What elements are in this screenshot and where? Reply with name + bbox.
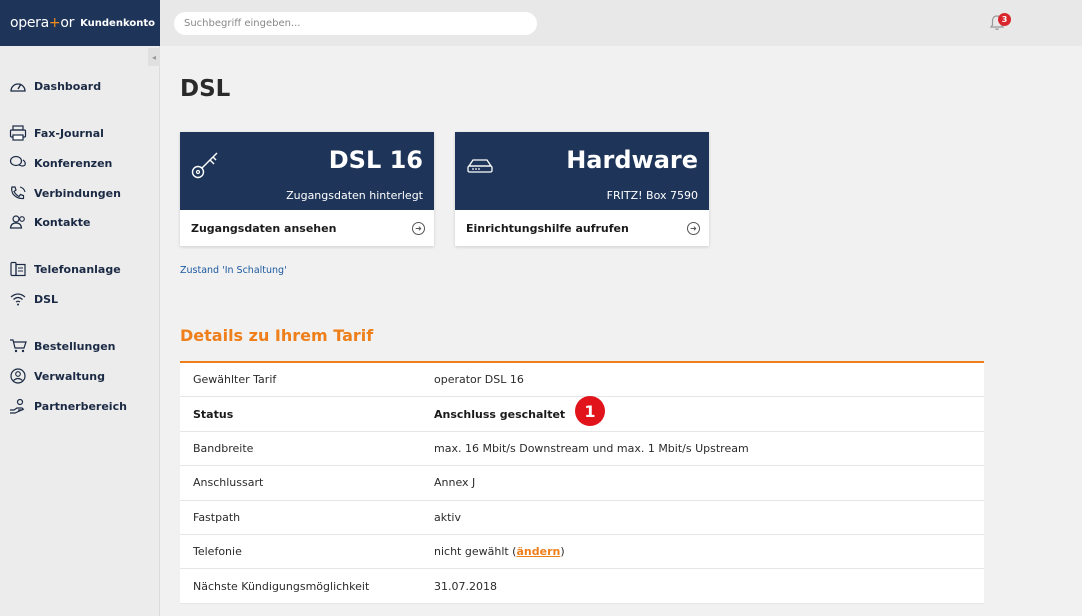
table-row: Fastpath aktiv [180, 501, 984, 535]
page-title: DSL [180, 76, 231, 102]
row-value: Anschluss geschaltet [434, 407, 566, 421]
sidebar-item-fax-journal[interactable]: Fax-Journal [8, 122, 104, 144]
sidebar-item-label: Partnerbereich [34, 399, 127, 413]
sidebar-item-label: Dashboard [34, 79, 102, 93]
top-bar: Suchbegriff eingeben... [160, 0, 1082, 46]
row-value: aktiv [434, 510, 461, 524]
phone-icon [8, 185, 28, 201]
card-title: Hardware [566, 146, 698, 174]
sidebar-item-label: DSL [34, 292, 59, 306]
printer-icon [8, 125, 28, 141]
sidebar-item-dsl[interactable]: DSL [8, 288, 58, 310]
card-subtitle: FRITZ! Box 7590 [606, 189, 698, 202]
table-row: Nächste Kündigungsmöglichkeit 31.07.2018 [180, 569, 984, 604]
key-icon [191, 152, 218, 179]
row-value: max. 16 Mbit/s Downstream und max. 1 Mbi… [434, 441, 749, 455]
sidebar-item-telefonanlage[interactable]: Telefonanlage [8, 258, 121, 280]
dsl-tariff-card: DSL 16 Zugangsdaten hinterlegt Zugangsda… [180, 132, 434, 246]
sidebar-item-label: Verwaltung [34, 369, 105, 383]
row-value: operator DSL 16 [434, 373, 524, 387]
sidebar-item-label: Telefonanlage [34, 262, 121, 276]
card-title: DSL 16 [328, 146, 423, 174]
change-telephony-link[interactable]: ändern [516, 545, 560, 558]
sidebar-item-kontakte[interactable]: Kontakte [8, 211, 90, 233]
card-header: DSL 16 Zugangsdaten hinterlegt [180, 132, 434, 210]
row-value-text: nicht gewählt ( [434, 545, 517, 559]
row-key: Anschlussart [193, 476, 264, 490]
row-value: 31.07.2018 [434, 579, 497, 593]
brand-logo[interactable]: opera+or Kundenkonto [0, 0, 160, 46]
row-key: Gewählter Tarif [193, 373, 277, 387]
user-circle-icon [8, 368, 28, 384]
sidebar-item-label: Bestellungen [34, 339, 116, 353]
search-input[interactable]: Suchbegriff eingeben... [174, 12, 537, 35]
card-action-label: Einrichtungshilfe aufrufen [466, 221, 629, 235]
sidebar-item-verbindungen[interactable]: Verbindungen [8, 182, 121, 204]
sidebar-item-verwaltung[interactable]: Verwaltung [8, 365, 105, 387]
annotation-marker: 1 [575, 396, 605, 426]
wifi-icon [8, 291, 28, 307]
row-value: nicht gewählt (ändern) [434, 545, 565, 558]
sidebar-collapse-button[interactable]: ◂ [148, 48, 160, 66]
hardware-card: Hardware FRITZ! Box 7590 Einrichtungshil… [455, 132, 709, 246]
sidebar-item-dashboard[interactable]: Dashboard [8, 75, 101, 97]
card-header: Hardware FRITZ! Box 7590 [455, 132, 709, 210]
sidebar-item-partnerbereich[interactable]: Partnerbereich [8, 395, 127, 417]
arrow-right-circle-icon: ➜ [412, 221, 425, 235]
sidebar-item-label: Konferenzen [34, 156, 113, 170]
view-credentials-button[interactable]: Zugangsdaten ansehen ➜ [180, 210, 434, 246]
arrow-right-circle-icon: ➜ [687, 221, 700, 235]
partner-icon [8, 398, 28, 414]
table-row: Anschlussart Annex J [180, 466, 984, 501]
cart-icon [8, 338, 28, 354]
section-title: Details zu Ihrem Tarif [180, 326, 374, 345]
logo-text: opera+or [10, 15, 75, 31]
row-key: Nächste Kündigungsmöglichkeit [193, 579, 370, 593]
sidebar-item-label: Fax-Journal [34, 126, 104, 140]
table-row: Gewählter Tarif operator DSL 16 [180, 363, 984, 398]
row-key: Telefonie [193, 545, 242, 559]
row-key: Bandbreite [193, 441, 254, 455]
router-icon [467, 159, 493, 173]
sidebar-item-bestellungen[interactable]: Bestellungen [8, 335, 115, 357]
sidebar-item-label: Kontakte [34, 215, 91, 229]
state-link[interactable]: Zustand 'In Schaltung' [180, 265, 287, 276]
notification-badge: 3 [998, 13, 1011, 26]
speedometer-icon [8, 78, 28, 94]
row-key: Status [193, 407, 234, 421]
card-subtitle: Zugangsdaten hinterlegt [286, 189, 423, 202]
logo-subtitle: Kundenkonto [80, 17, 155, 29]
table-row: Telefonie nicht gewählt (ändern) [180, 535, 984, 570]
sidebar-item-konferenzen[interactable]: Konferenzen [8, 152, 112, 174]
chat-icon [8, 155, 28, 171]
pbx-icon [8, 261, 28, 277]
card-action-label: Zugangsdaten ansehen [191, 221, 337, 235]
contacts-icon [8, 214, 28, 230]
row-value-suffix: ) [560, 545, 565, 559]
row-key: Fastpath [193, 510, 241, 524]
row-value: Annex J [434, 476, 476, 490]
setup-assistant-button[interactable]: Einrichtungshilfe aufrufen ➜ [455, 210, 709, 246]
table-row: Bandbreite max. 16 Mbit/s Downstream und… [180, 432, 984, 467]
sidebar-item-label: Verbindungen [34, 186, 121, 200]
